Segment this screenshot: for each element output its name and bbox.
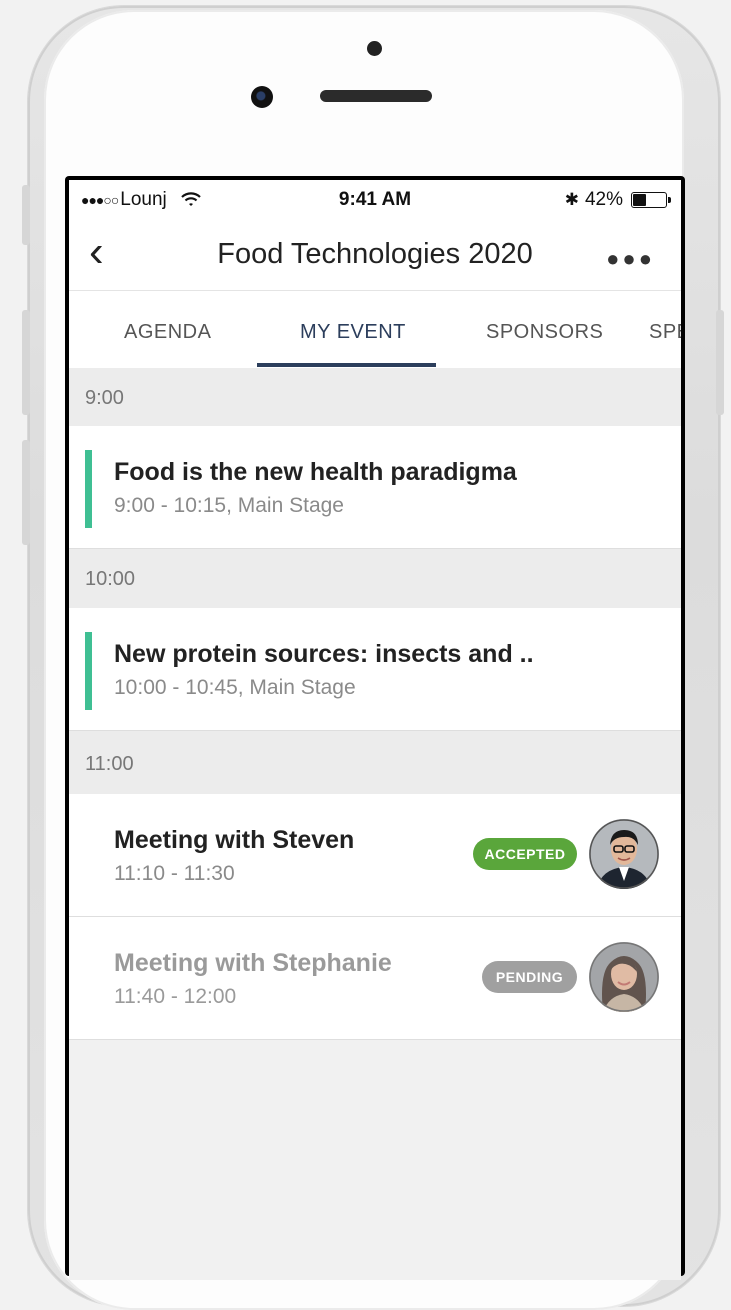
front-camera (251, 86, 273, 108)
session-item[interactable]: New protein sources: insects and .. 10:0… (69, 608, 681, 731)
status-bar: ●●●○○ Lounj 9:41 AM ✱ 42% (69, 180, 681, 218)
phone-screen: ●●●○○ Lounj 9:41 AM ✱ 42% ‹ Food Technol… (65, 176, 685, 1280)
meeting-time: 11:10 - 11:30 (114, 862, 235, 885)
section-time: 9:00 (85, 387, 124, 409)
time-section-header: 10:00 (69, 549, 681, 608)
session-indicator-bar (85, 632, 92, 710)
session-item[interactable]: Food is the new health paradigma 9:00 - … (69, 426, 681, 549)
session-indicator-bar (85, 450, 92, 528)
page-title: Food Technologies 2020 (217, 238, 533, 270)
more-options-icon[interactable]: ●●● (606, 246, 655, 272)
session-title: New protein sources: insects and .. (114, 640, 534, 668)
battery-icon (631, 192, 671, 208)
session-time-location: 10:00 - 10:45, Main Stage (114, 676, 356, 699)
volume-up-button (22, 310, 30, 415)
app-screen: ●●●○○ Lounj 9:41 AM ✱ 42% ‹ Food Technol… (69, 180, 681, 1280)
volume-down-button (22, 440, 30, 545)
section-time: 11:00 (85, 753, 134, 775)
avatar-stephanie (589, 942, 659, 1012)
proximity-sensor (367, 41, 382, 56)
meeting-time: 11:40 - 12:00 (114, 985, 237, 1008)
bluetooth-icon: ✱ (564, 190, 579, 209)
avatar-steven (589, 819, 659, 889)
meeting-title: Meeting with Steven (114, 826, 355, 854)
time-section-header: 11:00 (69, 731, 681, 794)
session-time-location: 9:00 - 10:15, Main Stage (114, 494, 344, 517)
meeting-item[interactable]: Meeting with Stephanie 11:40 - 12:00 PEN… (69, 917, 681, 1040)
mute-switch (22, 185, 30, 245)
active-tab-indicator (257, 363, 436, 367)
tab-sponsors[interactable]: SPONSORS (486, 321, 603, 344)
section-time: 10:00 (85, 568, 136, 590)
tab-agenda[interactable]: AGENDA (124, 321, 211, 344)
tab-bar: AGENDA MY EVENT SPONSORS SPE (69, 290, 681, 370)
meeting-item[interactable]: Meeting with Steven 11:10 - 11:30 ACCEPT… (69, 794, 681, 917)
session-title: Food is the new health paradigma (114, 458, 517, 486)
status-badge-pending: PENDING (482, 961, 577, 993)
earpiece-speaker (320, 90, 432, 102)
time-section-header: 9:00 (69, 368, 681, 426)
status-badge-accepted: ACCEPTED (473, 838, 577, 870)
meeting-title: Meeting with Stephanie (114, 949, 392, 977)
navigation-bar: ‹ Food Technologies 2020 ●●● (69, 218, 681, 290)
battery-percent: 42% (584, 189, 623, 210)
tab-speakers[interactable]: SPE (649, 321, 681, 344)
tab-my-event[interactable]: MY EVENT (300, 321, 406, 344)
power-button (716, 310, 724, 415)
